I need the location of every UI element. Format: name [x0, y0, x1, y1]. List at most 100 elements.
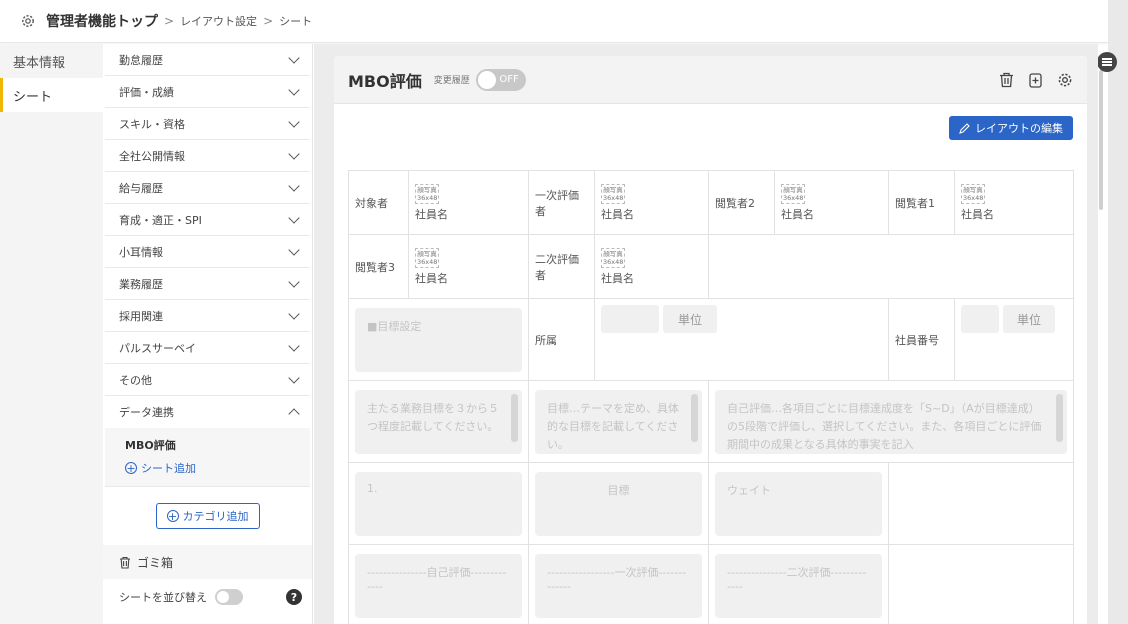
breadcrumb-home[interactable]: 管理者機能トップ	[46, 11, 158, 31]
sort-sheets-toggle[interactable]	[215, 589, 243, 605]
chevron-down-icon	[288, 371, 300, 384]
employee-number-group: 単位	[955, 299, 1073, 339]
employee-number-input[interactable]	[961, 305, 999, 333]
plus-circle-icon: +	[125, 461, 137, 475]
employee-name: 社員名	[415, 207, 448, 221]
category-row[interactable]: 全社公開情報	[105, 140, 310, 172]
person-cell[interactable]: 顔写真 36x48 社員名	[408, 170, 529, 235]
cell-label: 閲覧者2	[708, 170, 775, 235]
menu-round-button[interactable]	[1097, 52, 1117, 72]
help-icon[interactable]: ?	[286, 589, 302, 605]
trash-link[interactable]: ゴミ箱	[103, 545, 312, 579]
department-unit-group: 単位	[595, 299, 888, 339]
category-label: 評価・成績	[119, 85, 174, 99]
empty-cell	[708, 234, 1074, 299]
number-field[interactable]: 1.	[355, 471, 522, 536]
add-category-button[interactable]: + カテゴリ追加	[155, 503, 260, 529]
cell-label: 二次評価者	[528, 234, 595, 299]
category-add-area: + カテゴリ追加	[103, 487, 312, 545]
breadcrumb-separator: >	[263, 14, 274, 28]
category-row-expanded[interactable]: データ連携	[105, 396, 310, 428]
person-cell[interactable]: 顔写真 36x48 社員名	[774, 170, 889, 235]
photo-caption: 顔写真	[417, 185, 437, 194]
main-scrollbar[interactable]	[1099, 70, 1103, 210]
description-text[interactable]: 目標…テーマを定め、具体的な目標を記載してください。	[535, 389, 702, 454]
photo-size: 36x48	[417, 257, 438, 266]
empty-cell	[888, 462, 1074, 545]
table-row: ---------------自己評価------------- -------…	[348, 544, 1074, 624]
category-row[interactable]: 採用関連	[105, 300, 310, 332]
chevron-down-icon	[288, 83, 300, 96]
menu-icon	[1102, 61, 1112, 63]
number-cell: 1.	[348, 462, 529, 545]
photo-size: 36x48	[963, 193, 984, 202]
self-eval-field[interactable]: ---------------自己評価-------------	[355, 553, 522, 618]
chevron-down-icon	[288, 115, 300, 128]
goal-setting-cell[interactable]: ■目標設定	[348, 298, 529, 381]
person-cell[interactable]: 顔写真 36x48 社員名	[954, 170, 1074, 235]
sheet-card: MBO評価 変更履歴 OFF レイアウトの編集 対象者 顔写真 36x48 社員…	[334, 56, 1087, 624]
category-row[interactable]: 評価・成績	[105, 76, 310, 108]
category-row[interactable]: 育成・適正・SPI	[105, 204, 310, 236]
subsheet-item-mbo[interactable]: MBO評価	[125, 436, 310, 454]
goal-cell: 目標	[528, 462, 709, 545]
top-header: 管理者機能トップ > レイアウト設定 > シート	[0, 0, 1108, 43]
category-row[interactable]: 勤怠履歴	[105, 44, 310, 76]
second-eval-field[interactable]: ---------------二次評価-------------	[715, 553, 882, 618]
chevron-down-icon	[288, 51, 300, 64]
category-panel: 勤怠履歴 評価・成績 スキル・資格 全社公開情報 給与履歴 育成・適正・SPI …	[103, 44, 313, 624]
person-cell[interactable]: 顔写真 36x48 社員名	[594, 170, 709, 235]
category-row[interactable]: パルスサーベイ	[105, 332, 310, 364]
chevron-up-icon	[288, 408, 300, 420]
chevron-down-icon	[288, 339, 300, 352]
photo-caption: 顔写真	[603, 249, 623, 258]
first-eval-field[interactable]: -----------------一次評価-------------	[535, 553, 702, 618]
trash-icon[interactable]	[999, 72, 1014, 88]
chevron-down-icon	[288, 307, 300, 320]
department-cell: 単位	[594, 298, 889, 381]
category-label: 全社公開情報	[119, 149, 185, 163]
weight-field[interactable]: ウェイト	[715, 471, 882, 536]
photo-placeholder: 顔写真 36x48	[601, 247, 625, 268]
history-label: 変更履歴	[433, 76, 470, 86]
description-text[interactable]: 自己評価…各項目ごとに目標達成度を「S~D」（Aが目標達成）の5段階で評価し、選…	[715, 389, 1067, 454]
history-toggle[interactable]: OFF	[475, 68, 526, 91]
breadcrumb-layout-settings[interactable]: レイアウト設定	[180, 13, 257, 29]
edit-layout-button[interactable]: レイアウトの編集	[949, 116, 1073, 140]
category-row[interactable]: その他	[105, 364, 310, 396]
category-label: その他	[119, 373, 152, 387]
add-sheet-button[interactable]: + シート追加	[125, 460, 310, 476]
goal-field[interactable]: 目標	[535, 471, 702, 536]
employee-name: 社員名	[601, 207, 634, 221]
settings-icon[interactable]	[1057, 72, 1073, 88]
department-input[interactable]	[601, 305, 659, 333]
category-row[interactable]: 業務履歴	[105, 268, 310, 300]
copy-icon[interactable]	[1028, 72, 1043, 88]
photo-caption: 顔写真	[783, 185, 803, 194]
goal-setting-field[interactable]: ■目標設定	[355, 307, 522, 372]
nav-item-basic-info[interactable]: 基本情報	[0, 44, 103, 78]
category-row[interactable]: 給与履歴	[105, 172, 310, 204]
cell-label: 対象者	[348, 170, 409, 235]
trash-label: ゴミ箱	[137, 555, 174, 570]
unit-label: 単位	[1003, 305, 1055, 333]
card-header: MBO評価 変更履歴 OFF	[334, 56, 1087, 104]
category-label: 給与履歴	[119, 181, 163, 195]
person-cell[interactable]: 顔写真 36x48 社員名	[408, 234, 529, 299]
category-label: 業務履歴	[119, 277, 163, 291]
gear-icon[interactable]	[20, 13, 36, 29]
card-header-icons	[999, 72, 1073, 88]
description-cell: 自己評価…各項目ごとに目標達成度を「S~D」（Aが目標達成）の5段階で評価し、選…	[708, 380, 1074, 463]
employee-name: 社員名	[961, 207, 994, 221]
category-row[interactable]: 小耳情報	[105, 236, 310, 268]
description-text[interactable]: 主たる業務目標を３から５つ程度記載してください。	[355, 389, 522, 454]
category-row[interactable]: スキル・資格	[105, 108, 310, 140]
employee-name: 社員名	[601, 271, 634, 285]
nav-item-sheet[interactable]: シート	[0, 78, 103, 112]
table-row: ■目標設定 所属 単位 社員番号 単位	[348, 298, 1074, 381]
add-sheet-label: シート追加	[141, 462, 196, 475]
table-row: 対象者 顔写真 36x48 社員名 一次評価者 顔写真 36x48 社員名 閲覧者2 顔…	[348, 170, 1074, 235]
first-eval-cell: -----------------一次評価-------------	[528, 544, 709, 624]
person-cell[interactable]: 顔写真 36x48 社員名	[594, 234, 709, 299]
unit-label: 単位	[663, 305, 717, 333]
